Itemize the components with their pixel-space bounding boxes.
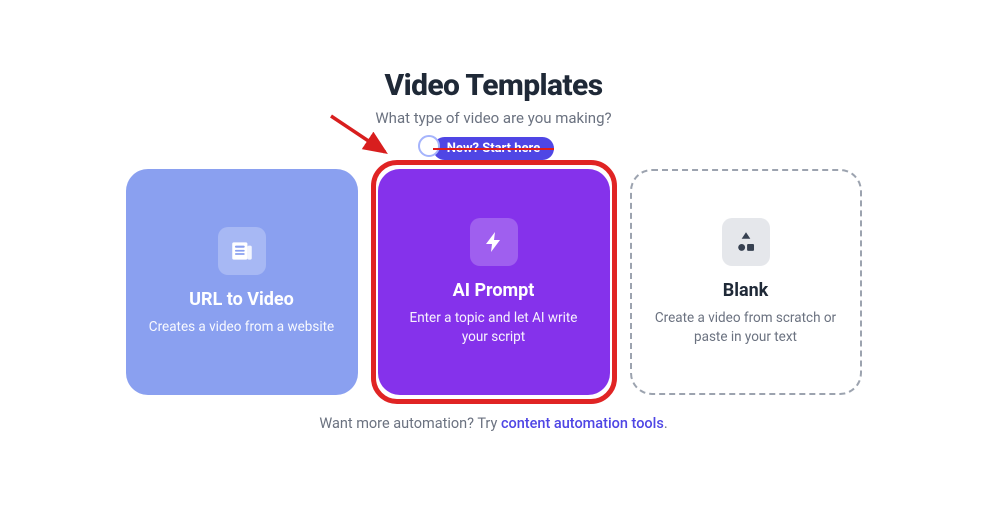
card-description: Enter a topic and let AI write your scri… — [398, 309, 590, 345]
lightning-icon — [470, 218, 518, 266]
footer-prefix: Want more automation? Try — [319, 415, 501, 432]
card-title: Blank — [723, 280, 769, 301]
card-title: URL to Video — [189, 289, 294, 310]
page-title: Video Templates — [384, 68, 602, 103]
content-automation-link[interactable]: content automation tools — [501, 415, 664, 432]
badge-pointer-circle — [418, 135, 440, 157]
template-cards-row: URL to Video Creates a video from a webs… — [126, 169, 862, 395]
shapes-icon — [722, 218, 770, 266]
template-card-url-to-video[interactable]: URL to Video Creates a video from a webs… — [126, 169, 358, 395]
card-description: Creates a video from a website — [149, 318, 334, 336]
newspaper-icon — [218, 227, 266, 275]
page-subtitle: What type of video are you making? — [375, 109, 611, 127]
footer-suffix: . — [664, 415, 668, 432]
start-here-badge-wrap: New? Start here — [433, 133, 554, 163]
card-description: Create a video from scratch or paste in … — [652, 309, 840, 345]
annotation-arrow — [327, 112, 397, 162]
template-picker: Video Templates What type of video are y… — [0, 0, 987, 432]
footer-text: Want more automation? Try content automa… — [319, 415, 667, 432]
template-card-ai-prompt[interactable]: AI Prompt Enter a topic and let AI write… — [378, 169, 610, 395]
template-card-blank[interactable]: Blank Create a video from scratch or pas… — [630, 169, 862, 395]
annotation-strike — [433, 148, 554, 150]
card-title: AI Prompt — [453, 280, 535, 301]
